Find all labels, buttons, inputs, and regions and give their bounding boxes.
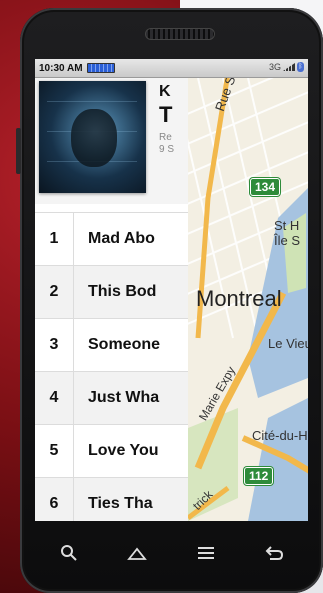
album-meta: 9 S [159,144,175,155]
music-album-panel: K T Re 9 S 1 Mad Abo 2 This Bod 3 Someon… [35,78,188,521]
phone-screen: 10:30 AM 3G ᛒ K T Re 9 S 1 Mad Abo 2 Thi… [35,59,308,521]
map-island-label: Île S [274,233,301,248]
map-island-label: St H [274,218,300,233]
album-release: Re [159,132,172,143]
track-title: Just Wha [88,389,160,406]
track-number: 3 [35,319,74,371]
earpiece-speaker [145,28,215,40]
album-artist: K [159,83,171,100]
track-number: 2 [35,266,74,318]
track-title: Someone [88,336,161,353]
track-title: Love You [88,442,159,459]
album-title: T [159,102,173,127]
album-header: K T Re 9 S [35,78,188,204]
status-right: 3G ᛒ [269,62,304,72]
track-row[interactable]: 3 Someone [35,318,188,371]
track-number: 4 [35,372,74,424]
network-type: 3G [268,62,281,72]
menu-icon[interactable] [194,541,218,565]
track-title: Ties Tha [88,495,153,512]
battery-icon [86,63,115,73]
track-row[interactable]: 1 Mad Abo [35,212,188,265]
route-shield-112: 112 [244,467,274,485]
track-number: 1 [35,213,74,265]
map-district-label: Cité-du-H [252,428,308,443]
status-time: 10:30 AM [39,62,83,74]
track-title: This Bod [88,283,157,300]
track-number: 5 [35,425,74,477]
back-icon[interactable] [262,541,286,565]
track-row[interactable]: 2 This Bod [35,265,188,318]
home-icon[interactable] [125,541,149,565]
track-row[interactable]: 5 Love You [35,424,188,477]
map-view[interactable]: Rue Sherbr 134 St H Île S Montreal Le Vi… [188,78,308,521]
track-row[interactable]: 6 Ties Tha [35,477,188,521]
route-shield-134: 134 [250,178,281,196]
cover-texture [47,101,137,102]
status-bar: 10:30 AM 3G ᛒ [35,59,308,78]
map-district-label: Le Vieu [268,336,308,351]
album-cover[interactable] [39,81,146,193]
nav-bar [35,528,308,578]
search-icon[interactable] [57,541,81,565]
track-list: 1 Mad Abo 2 This Bod 3 Someone 4 Just Wh… [35,212,188,521]
cover-portrait [71,109,117,167]
signal-icon [283,63,295,71]
track-title: Mad Abo [88,230,155,247]
bluetooth-icon: ᛒ [297,62,304,72]
track-number: 6 [35,478,74,521]
map-city-label: Montreal [196,286,282,311]
phone-device: 10:30 AM 3G ᛒ K T Re 9 S 1 Mad Abo 2 Thi… [16,8,323,593]
track-row[interactable]: 4 Just Wha [35,371,188,424]
volume-button [16,128,21,174]
